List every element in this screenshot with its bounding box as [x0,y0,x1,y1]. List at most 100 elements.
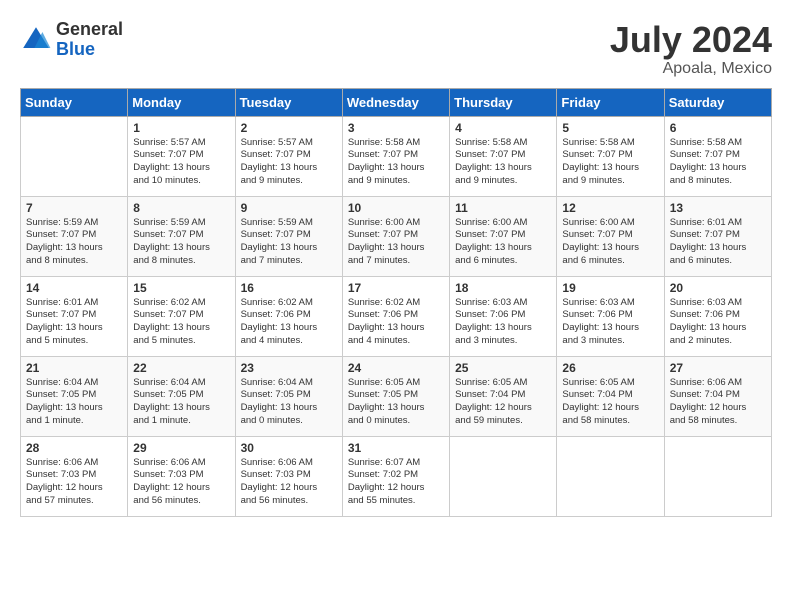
date-number: 25 [455,361,551,375]
cell-info: Sunrise: 6:01 AM Sunset: 7:07 PM Dayligh… [670,217,766,268]
calendar-cell: 28 Sunrise: 6:06 AM Sunset: 7:03 PM Dayli… [21,436,128,516]
date-number: 22 [133,361,229,375]
cell-info: Sunrise: 5:59 AM Sunset: 7:07 PM Dayligh… [133,217,229,268]
cell-info: Sunrise: 6:06 AM Sunset: 7:03 PM Dayligh… [133,457,229,508]
calendar-cell [664,436,771,516]
calendar-cell: 1 Sunrise: 5:57 AM Sunset: 7:07 PM Daylig… [128,116,235,196]
logo-general: General [56,19,123,39]
calendar-cell [21,116,128,196]
calendar-cell: 5 Sunrise: 5:58 AM Sunset: 7:07 PM Daylig… [557,116,664,196]
day-header-sunday: Sunday [21,88,128,116]
calendar-cell: 23Sunrise: 6:04 AM Sunset: 7:05 PM Dayli… [235,356,342,436]
logo-blue: Blue [56,39,95,59]
calendar-cell: 26 Sunrise: 6:05 AM Sunset: 7:04 PM Dayli… [557,356,664,436]
date-number: 28 [26,441,122,455]
date-number: 23 [241,361,337,375]
cell-info: Sunrise: 6:04 AM Sunset: 7:05 PM Dayligh… [26,377,122,428]
cell-info: Sunrise: 6:02 AM Sunset: 7:06 PM Dayligh… [241,297,337,348]
cell-info: Sunrise: 6:04 AM Sunset: 7:05 PM Dayligh… [133,377,229,428]
calendar-table: SundayMondayTuesdayWednesdayThursdayFrid… [20,88,772,517]
logo: General Blue [20,20,123,60]
date-number: 2 [241,121,337,135]
title-block: July 2024 Apoala, Mexico [610,20,772,78]
date-number: 30 [241,441,337,455]
logo-icon [20,24,52,56]
calendar-cell: 10 Sunrise: 6:00 AM Sunset: 7:07 PM Dayli… [342,196,449,276]
date-number: 19 [562,281,658,295]
date-number: 17 [348,281,444,295]
logo-text: General Blue [56,20,123,60]
location: Apoala, Mexico [610,60,772,78]
calendar-cell: 9 Sunrise: 5:59 AM Sunset: 7:07 PM Daylig… [235,196,342,276]
date-number: 27 [670,361,766,375]
calendar-cell: 29 Sunrise: 6:06 AM Sunset: 7:03 PM Dayli… [128,436,235,516]
date-number: 4 [455,121,551,135]
cell-info: Sunrise: 6:05 AM Sunset: 7:05 PM Dayligh… [348,377,444,428]
date-number: 24 [348,361,444,375]
date-number: 18 [455,281,551,295]
date-number: 20 [670,281,766,295]
date-number: 12 [562,201,658,215]
calendar-cell: 27 Sunrise: 6:06 AM Sunset: 7:04 PM Dayli… [664,356,771,436]
cell-info: Sunrise: 6:07 AM Sunset: 7:02 PM Dayligh… [348,457,444,508]
calendar-week-5: 28 Sunrise: 6:06 AM Sunset: 7:03 PM Dayli… [21,436,772,516]
day-header-saturday: Saturday [664,88,771,116]
calendar-cell [450,436,557,516]
calendar-cell: 8 Sunrise: 5:59 AM Sunset: 7:07 PM Daylig… [128,196,235,276]
page-header: General Blue July 2024 Apoala, Mexico [20,20,772,78]
cell-info: Sunrise: 6:00 AM Sunset: 7:07 PM Dayligh… [348,217,444,268]
calendar-cell: 7Sunrise: 5:59 AM Sunset: 7:07 PM Daylig… [21,196,128,276]
date-number: 21 [26,361,122,375]
day-header-thursday: Thursday [450,88,557,116]
date-number: 11 [455,201,551,215]
calendar-week-4: 21 Sunrise: 6:04 AM Sunset: 7:05 PM Dayli… [21,356,772,436]
date-number: 9 [241,201,337,215]
calendar-week-3: 14 Sunrise: 6:01 AM Sunset: 7:07 PM Dayli… [21,276,772,356]
calendar-cell: 30 Sunrise: 6:06 AM Sunset: 7:03 PM Dayli… [235,436,342,516]
date-number: 10 [348,201,444,215]
calendar-week-1: 1 Sunrise: 5:57 AM Sunset: 7:07 PM Daylig… [21,116,772,196]
calendar-cell: 16 Sunrise: 6:02 AM Sunset: 7:06 PM Dayli… [235,276,342,356]
cell-info: Sunrise: 5:57 AM Sunset: 7:07 PM Dayligh… [241,137,337,188]
cell-info: Sunrise: 6:05 AM Sunset: 7:04 PM Dayligh… [455,377,551,428]
date-number: 29 [133,441,229,455]
date-number: 16 [241,281,337,295]
cell-info: Sunrise: 6:00 AM Sunset: 7:07 PM Dayligh… [455,217,551,268]
date-number: 15 [133,281,229,295]
date-number: 26 [562,361,658,375]
cell-info: Sunrise: 6:05 AM Sunset: 7:04 PM Dayligh… [562,377,658,428]
date-number: 5 [562,121,658,135]
cell-info: Sunrise: 5:58 AM Sunset: 7:07 PM Dayligh… [348,137,444,188]
cell-info: Sunrise: 5:58 AM Sunset: 7:07 PM Dayligh… [562,137,658,188]
cell-info: Sunrise: 5:59 AM Sunset: 7:07 PM Dayligh… [241,217,337,268]
cell-info: Sunrise: 6:06 AM Sunset: 7:03 PM Dayligh… [26,457,122,508]
calendar-cell: 20 Sunrise: 6:03 AM Sunset: 7:06 PM Dayli… [664,276,771,356]
calendar-cell: 4Sunrise: 5:58 AM Sunset: 7:07 PM Daylig… [450,116,557,196]
cell-info: Sunrise: 6:06 AM Sunset: 7:04 PM Dayligh… [670,377,766,428]
date-number: 3 [348,121,444,135]
calendar-cell: 18 Sunrise: 6:03 AM Sunset: 7:06 PM Dayli… [450,276,557,356]
cell-info: Sunrise: 5:57 AM Sunset: 7:07 PM Dayligh… [133,137,229,188]
cell-info: Sunrise: 5:58 AM Sunset: 7:07 PM Dayligh… [670,137,766,188]
day-header-tuesday: Tuesday [235,88,342,116]
calendar-cell: 15Sunrise: 6:02 AM Sunset: 7:07 PM Dayli… [128,276,235,356]
date-number: 14 [26,281,122,295]
calendar-cell: 13 Sunrise: 6:01 AM Sunset: 7:07 PM Dayli… [664,196,771,276]
cell-info: Sunrise: 6:03 AM Sunset: 7:06 PM Dayligh… [670,297,766,348]
calendar-cell: 11 Sunrise: 6:00 AM Sunset: 7:07 PM Dayli… [450,196,557,276]
day-header-monday: Monday [128,88,235,116]
cell-info: Sunrise: 6:01 AM Sunset: 7:07 PM Dayligh… [26,297,122,348]
calendar-cell: 19Sunrise: 6:03 AM Sunset: 7:06 PM Dayli… [557,276,664,356]
cell-info: Sunrise: 6:02 AM Sunset: 7:06 PM Dayligh… [348,297,444,348]
calendar-cell: 17 Sunrise: 6:02 AM Sunset: 7:06 PM Dayli… [342,276,449,356]
date-number: 13 [670,201,766,215]
calendar-header-row: SundayMondayTuesdayWednesdayThursdayFrid… [21,88,772,116]
date-number: 1 [133,121,229,135]
calendar-cell: 12Sunrise: 6:00 AM Sunset: 7:07 PM Dayli… [557,196,664,276]
calendar-cell: 31Sunrise: 6:07 AM Sunset: 7:02 PM Dayli… [342,436,449,516]
cell-info: Sunrise: 6:03 AM Sunset: 7:06 PM Dayligh… [455,297,551,348]
calendar-cell: 24 Sunrise: 6:05 AM Sunset: 7:05 PM Dayli… [342,356,449,436]
cell-info: Sunrise: 6:06 AM Sunset: 7:03 PM Dayligh… [241,457,337,508]
date-number: 8 [133,201,229,215]
calendar-cell [557,436,664,516]
